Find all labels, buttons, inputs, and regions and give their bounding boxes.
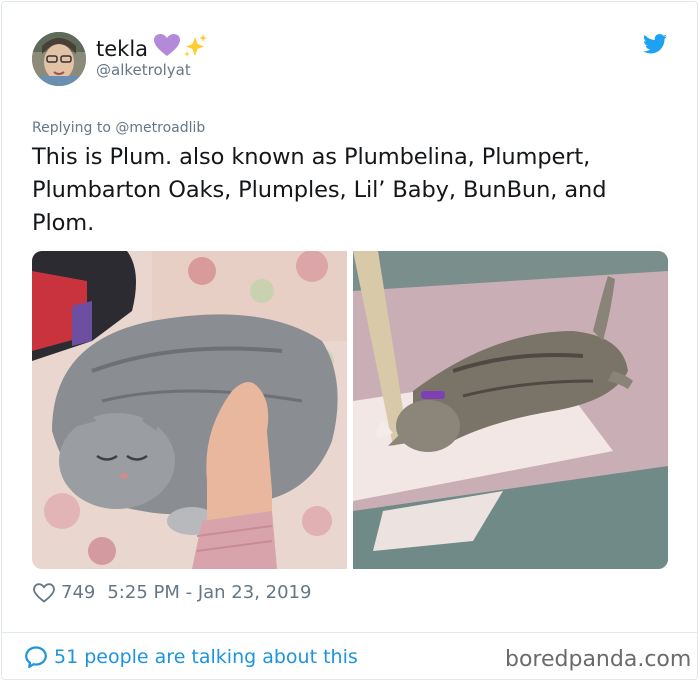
sparkles-emoji bbox=[182, 33, 208, 64]
talking-about-link[interactable]: 51 people are talking about this bbox=[24, 645, 358, 669]
purple-heart-emoji bbox=[154, 34, 181, 63]
author-name[interactable]: tekla bbox=[96, 33, 208, 64]
avatar[interactable] bbox=[32, 32, 86, 86]
tweet-photo-cat-sleeping[interactable] bbox=[32, 251, 347, 569]
tweet-line: Plom. bbox=[32, 210, 95, 236]
tweet-meta: 749 5:25 PM - Jan 23, 2019 bbox=[33, 582, 311, 603]
heart-icon[interactable] bbox=[33, 582, 55, 603]
like-count[interactable]: 749 bbox=[61, 582, 95, 603]
watermark: boredpanda.com bbox=[505, 647, 692, 672]
speech-bubble-icon bbox=[25, 646, 47, 669]
divider bbox=[1, 632, 698, 633]
timestamp[interactable]: 5:25 PM - Jan 23, 2019 bbox=[107, 582, 311, 603]
display-name[interactable]: tekla bbox=[96, 37, 148, 61]
talking-about-text[interactable]: 51 people are talking about this bbox=[54, 646, 358, 668]
replying-to[interactable]: Replying to @metroadlib bbox=[32, 120, 205, 136]
tweet-line: This is Plum. also known as Plumbelina, … bbox=[32, 144, 591, 170]
tweet-photo-cat-sunbathing[interactable] bbox=[353, 251, 668, 569]
twitter-bird-icon[interactable] bbox=[643, 34, 667, 54]
tweet-line: Plumbarton Oaks, Plumples, Lil’ Baby, Bu… bbox=[32, 177, 607, 203]
author-handle[interactable]: @alketrolyat bbox=[96, 61, 191, 79]
tweet-text: This is Plum. also known as Plumbelina, … bbox=[32, 141, 672, 240]
